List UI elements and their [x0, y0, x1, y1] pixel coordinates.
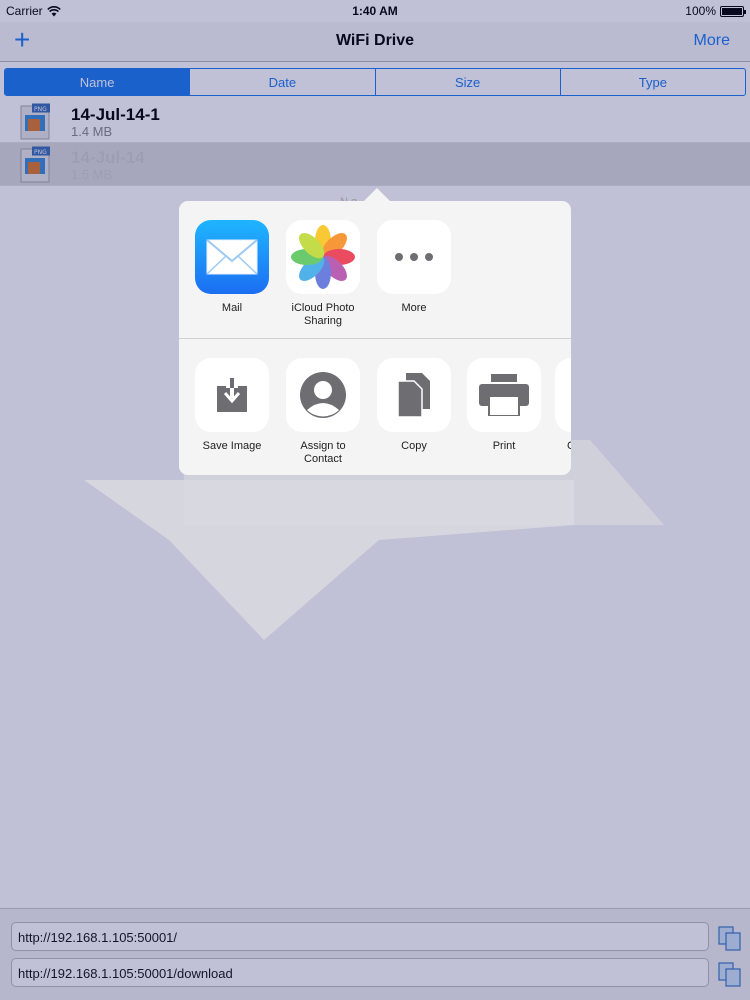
- share-app-mail[interactable]: Mail: [192, 220, 272, 315]
- more-dots-icon: [377, 220, 451, 294]
- share-app-label: Mail: [221, 302, 243, 314]
- contact-icon: [286, 358, 360, 432]
- copy-icon: [377, 358, 451, 432]
- action-label: Copy: [401, 440, 427, 452]
- action-save-image[interactable]: Save Image: [192, 358, 272, 453]
- share-app-more[interactable]: More: [374, 220, 454, 315]
- action-label: Assign to Contact: [300, 440, 346, 465]
- partial-action-icon: [555, 358, 571, 432]
- save-image-icon: [195, 358, 269, 432]
- share-app-label: More: [401, 302, 427, 314]
- photos-icon: [286, 220, 360, 294]
- action-partial[interactable]: C: [555, 358, 571, 453]
- mail-icon: [195, 220, 269, 294]
- action-label: C: [567, 440, 571, 452]
- action-label: Save Image: [202, 440, 262, 452]
- action-assign-to-contact[interactable]: Assign to Contact: [283, 358, 363, 466]
- share-app-label: iCloud Photo Sharing: [291, 302, 355, 327]
- share-app-icloud-photo-sharing[interactable]: iCloud Photo Sharing: [283, 220, 363, 328]
- print-icon: [467, 358, 541, 432]
- share-sheet-divider: [179, 338, 571, 339]
- action-print[interactable]: Print: [464, 358, 544, 453]
- action-copy[interactable]: Copy: [374, 358, 454, 453]
- action-label: Print: [492, 440, 516, 452]
- popover-arrow: [364, 188, 390, 201]
- share-sheet-popover: Mail iCloud Photo Sharing More Save Imag…: [179, 201, 571, 475]
